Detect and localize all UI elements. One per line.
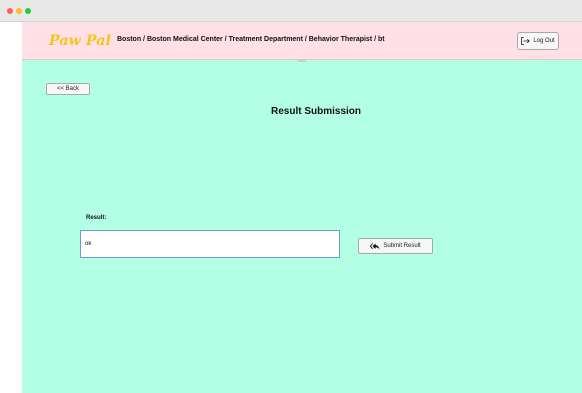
result-input[interactable] [80, 230, 340, 258]
split-divider-handle[interactable] [298, 60, 306, 62]
result-label: Result: [86, 215, 107, 221]
window-minimize-button[interactable] [16, 8, 22, 14]
logout-button[interactable]: Log Out [517, 32, 559, 50]
window-titlebar [0, 0, 582, 22]
submit-result-button[interactable]: Submit Result [358, 238, 433, 254]
logout-icon [521, 37, 531, 45]
window-close-button[interactable] [7, 8, 13, 14]
app-logo: Paw Pal [49, 33, 112, 49]
window-maximize-button[interactable] [25, 8, 31, 14]
reply-all-icon [370, 242, 380, 250]
breadcrumb: Boston / Boston Medical Center / Treatme… [117, 36, 385, 43]
back-button[interactable]: << Back [46, 83, 90, 95]
app-content: Paw Pal Boston / Boston Medical Center /… [22, 22, 582, 393]
logout-label: Log Out [533, 38, 555, 44]
header-bar: Paw Pal Boston / Boston Medical Center /… [22, 22, 582, 60]
submit-result-label: Submit Result [383, 243, 421, 249]
page-title: Result Submission [271, 106, 362, 117]
